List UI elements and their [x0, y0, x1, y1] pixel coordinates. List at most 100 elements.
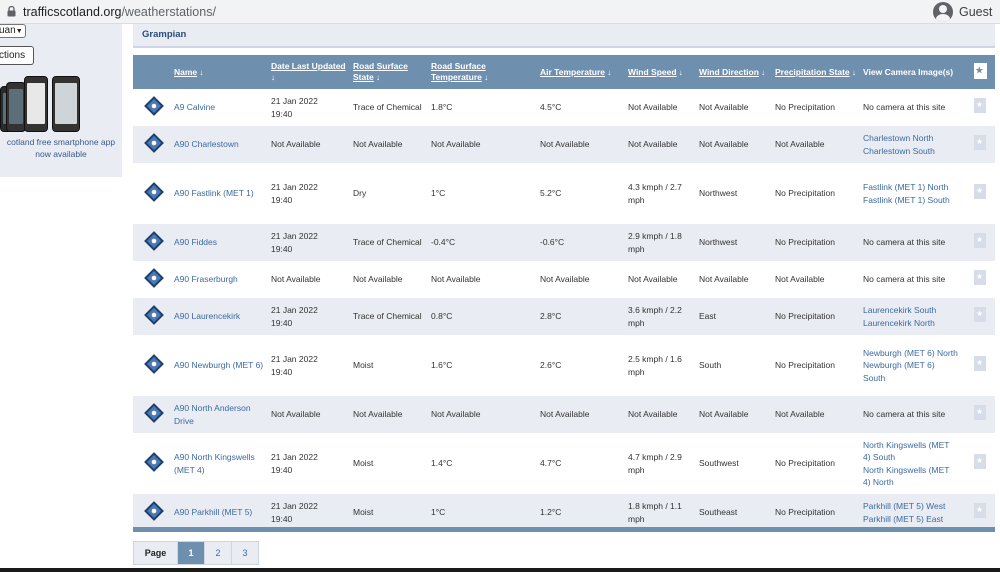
url-host: trafficscotland.org [23, 4, 122, 19]
bookmark-star-icon[interactable] [974, 98, 986, 114]
bookmark-star-icon[interactable] [974, 233, 986, 249]
bookmark-cell[interactable] [965, 89, 995, 126]
header-name[interactable]: Name ↓ [174, 55, 271, 89]
header-road-surface-state[interactable]: Road Surface State ↓ [353, 55, 431, 89]
station-name-link[interactable]: A90 North Kingswells (MET 4) [174, 452, 255, 474]
app-promo-link[interactable]: cotland free smartphone app now availabl… [0, 136, 122, 160]
camera-link[interactable]: Parkhill (MET 5) East [863, 513, 959, 525]
camera-link[interactable]: Fastlink (MET 1) South [863, 194, 959, 206]
camera-link[interactable]: Fastlink (MET 1) North [863, 181, 959, 193]
camera-link[interactable]: Laurencekirk North [863, 317, 959, 329]
lock-icon[interactable] [3, 4, 19, 20]
station-name-link[interactable]: A90 Charlestown [174, 139, 239, 149]
station-name-cell[interactable]: A90 North Anderson Drive [174, 396, 271, 433]
page-2-button[interactable]: 2 [204, 542, 231, 564]
road-surface-temp-cell: 1°C [431, 507, 446, 518]
header-camera: View Camera Image(s) [863, 66, 954, 77]
phone-image [24, 76, 48, 132]
station-name-cell[interactable]: A90 Laurencekirk [174, 298, 271, 335]
camera-link[interactable]: North Kingswells (MET 4) North [863, 464, 959, 489]
sort-arrow-icon: ↓ [676, 67, 683, 77]
header-bookmark[interactable] [965, 55, 995, 89]
date-updated-cell: 21 Jan 2022 19:40 [271, 224, 353, 261]
bookmark-cell[interactable] [965, 433, 995, 494]
camera-link[interactable]: Newburgh (MET 6) North [863, 347, 959, 359]
bookmark-cell[interactable] [965, 163, 995, 224]
station-name-link[interactable]: A90 Fastlink (MET 1) [174, 188, 254, 198]
weather-station-icon[interactable] [143, 402, 165, 424]
station-name-link[interactable]: A90 Fiddes [174, 237, 217, 247]
air-temp-cell: 4.5°C [540, 102, 562, 113]
bookmark-cell[interactable] [965, 335, 995, 396]
bookmark-star-icon[interactable] [974, 307, 986, 323]
road-surface-temp-cell: 1°C [431, 188, 446, 199]
station-name-cell[interactable]: A90 Fiddes [174, 224, 271, 261]
air-temp-cell: 2.6°C [540, 360, 562, 371]
camera-link[interactable]: Charlestown South [863, 145, 959, 157]
bookmark-star-icon[interactable] [974, 356, 986, 372]
page-1-button[interactable]: 1 [177, 542, 204, 564]
station-name-link[interactable]: A90 Fraserburgh [174, 274, 238, 284]
bookmark-cell[interactable] [965, 396, 995, 433]
taskbar-strip [0, 568, 1000, 572]
bookmark-cell[interactable] [965, 494, 995, 531]
weather-station-icon[interactable] [143, 304, 165, 326]
weather-stations-table: Name ↓ Date Last Updated ↓ Road Surface … [133, 55, 995, 531]
camera-link[interactable]: Laurencekirk South [863, 304, 959, 316]
station-name-cell[interactable]: A90 Parkhill (MET 5) [174, 494, 271, 531]
page-3-button[interactable]: 3 [231, 542, 258, 564]
address-bar[interactable]: trafficscotland.org/weatherstations/ [0, 1, 928, 22]
directions-button[interactable]: ctions [0, 46, 34, 65]
bookmark-cell[interactable] [965, 224, 995, 261]
precipitation-cell: Not Available [775, 409, 825, 420]
station-name-link[interactable]: A90 North Anderson Drive [174, 403, 251, 425]
header-wind-speed[interactable]: Wind Speed ↓ [628, 55, 699, 89]
header-road-surface-temp[interactable]: Road Surface Temperature ↓ [431, 55, 540, 89]
station-name-cell[interactable]: A90 Fastlink (MET 1) [174, 163, 271, 224]
profile-button[interactable]: Guest [933, 0, 992, 24]
bookmark-star-icon[interactable] [974, 405, 986, 421]
camera-cell: Laurencekirk South Laurencekirk North [863, 298, 965, 335]
weather-station-icon[interactable] [143, 181, 165, 203]
camera-none-text: No camera at this site [863, 409, 946, 420]
wind-speed-cell: 2.5 kmph / 1.6 mph [628, 354, 682, 377]
bookmark-star-icon[interactable] [974, 503, 986, 519]
bookmark-star-icon[interactable] [974, 135, 986, 151]
station-name-link[interactable]: A9 Calvine [174, 102, 215, 112]
station-name-cell[interactable]: A9 Calvine [174, 89, 271, 126]
bookmark-star-icon[interactable] [974, 270, 986, 286]
bookmark-cell[interactable] [965, 261, 995, 298]
region-select[interactable]: uan▼ [0, 24, 26, 38]
road-surface-state-cell: Moist [353, 360, 374, 371]
station-name-link[interactable]: A90 Newburgh (MET 6) [174, 360, 263, 370]
bookmark-cell[interactable] [965, 298, 995, 335]
station-name-cell[interactable]: A90 Charlestown [174, 126, 271, 163]
bookmark-star-icon[interactable] [974, 184, 986, 200]
header-date-updated[interactable]: Date Last Updated ↓ [271, 55, 353, 89]
station-name-link[interactable]: A90 Laurencekirk [174, 311, 240, 321]
station-name-cell[interactable]: A90 Newburgh (MET 6) [174, 335, 271, 396]
weather-station-icon[interactable] [143, 500, 165, 522]
weather-station-icon[interactable] [143, 451, 165, 473]
header-wind-direction[interactable]: Wind Direction ↓ [699, 55, 775, 89]
weather-station-icon[interactable] [143, 230, 165, 252]
camera-link[interactable]: North Kingswells (MET 4) South [863, 439, 959, 464]
camera-link[interactable]: Charlestown North [863, 132, 959, 144]
station-name-cell[interactable]: A90 North Kingswells (MET 4) [174, 433, 271, 494]
weather-station-icon[interactable] [143, 132, 165, 154]
camera-link[interactable]: Parkhill (MET 5) West [863, 500, 959, 512]
date-updated-cell: 21 Jan 2022 19:40 [271, 494, 353, 531]
table-row: A90 Parkhill (MET 5) 21 Jan 2022 19:40 Mo… [133, 494, 995, 531]
header-air-temp[interactable]: Air Temperature ↓ [540, 55, 628, 89]
weather-station-icon[interactable] [143, 353, 165, 375]
weather-station-icon[interactable] [143, 267, 165, 289]
header-precipitation[interactable]: Precipitation State ↓ [775, 55, 863, 89]
bookmark-star-icon[interactable] [974, 454, 986, 470]
camera-link[interactable]: Newburgh (MET 6) South [863, 359, 959, 384]
smartphone-app-image[interactable] [0, 74, 82, 132]
bookmark-cell[interactable] [965, 126, 995, 163]
station-name-cell[interactable]: A90 Fraserburgh [174, 261, 271, 298]
weather-station-icon[interactable] [143, 95, 165, 117]
station-name-link[interactable]: A90 Parkhill (MET 5) [174, 507, 252, 517]
date-updated-cell: 21 Jan 2022 19:40 [271, 433, 353, 494]
